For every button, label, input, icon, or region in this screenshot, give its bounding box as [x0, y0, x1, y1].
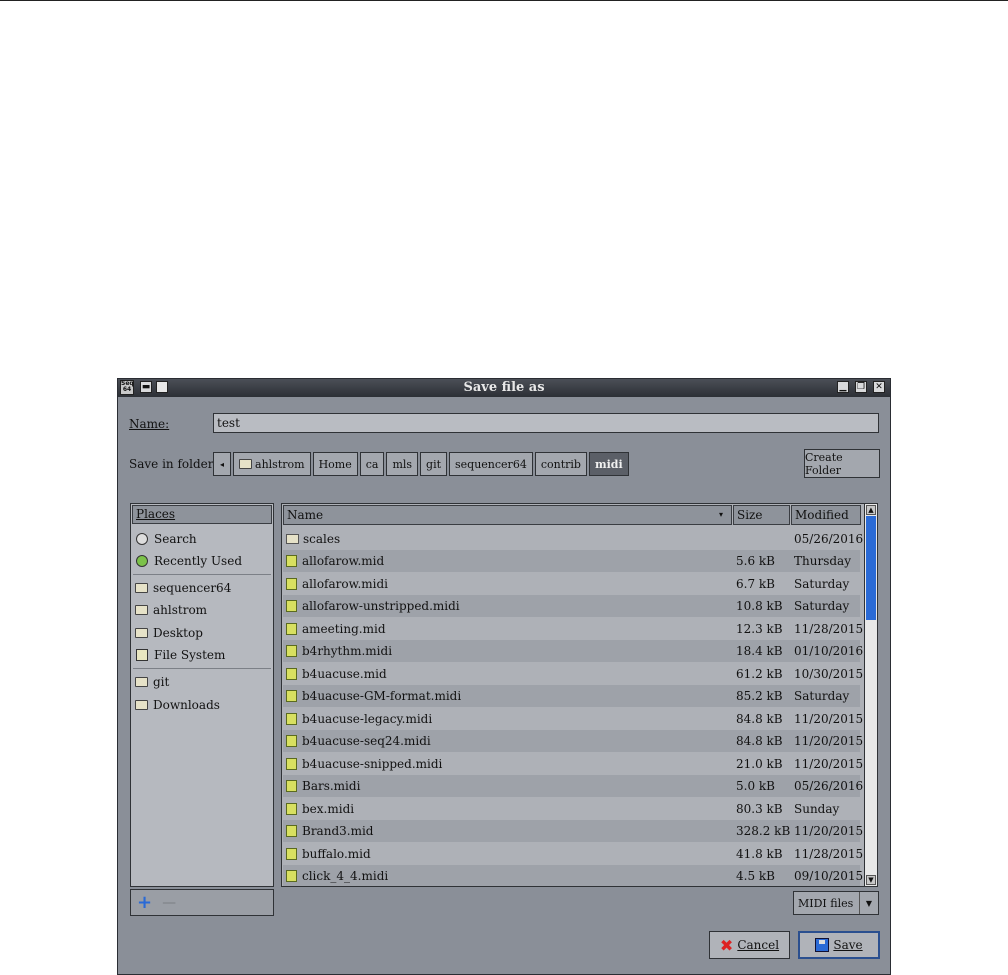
crumb-ca[interactable]: ca: [359, 452, 385, 476]
column-header-size[interactable]: Size: [733, 505, 790, 525]
midi-file-icon: [286, 600, 297, 612]
place-git[interactable]: git: [133, 672, 271, 692]
scroll-down-icon[interactable]: ▼: [866, 875, 876, 885]
minimize-icon[interactable]: ▁: [837, 381, 849, 393]
place-sequencer64[interactable]: sequencer64: [133, 578, 271, 598]
place-file-system[interactable]: File System: [133, 645, 271, 665]
save-file-dialog: Seq 64 ▬ Save file as ▁ ❐ ✕ Name: Save i…: [117, 378, 891, 975]
scroll-thumb[interactable]: [866, 516, 876, 620]
top-border-line: [0, 0, 1008, 1]
midi-file-icon: [286, 623, 297, 635]
title-bar[interactable]: Seq 64 ▬ Save file as ▁ ❐ ✕: [118, 379, 890, 397]
drive-icon: [136, 649, 148, 661]
path-back-arrow[interactable]: ◂: [213, 452, 232, 476]
file-list: Name ▾ Size Modified scales 05/26/2016 a…: [281, 503, 878, 887]
places-separator: [133, 574, 271, 575]
crumb-ahlstrom[interactable]: ahlstrom: [233, 452, 311, 476]
file-list-scrollbar[interactable]: ▲ ▼: [864, 503, 878, 887]
place-ahlstrom[interactable]: ahlstrom: [133, 600, 271, 620]
places-header[interactable]: Places: [132, 505, 272, 524]
scroll-up-icon[interactable]: ▲: [866, 505, 876, 515]
midi-file-icon: [286, 645, 297, 657]
crumb-contrib[interactable]: contrib: [534, 452, 587, 476]
maximize-icon[interactable]: ❐: [855, 381, 867, 393]
save-button[interactable]: Save: [798, 931, 880, 959]
cancel-button[interactable]: ✖ Cancel: [709, 931, 790, 959]
clock-icon: [136, 555, 148, 567]
midi-file-icon: [286, 668, 297, 680]
midi-file-icon: [286, 848, 297, 860]
create-folder-button[interactable]: Create Folder: [804, 449, 880, 478]
places-buttons: + —: [130, 889, 274, 916]
folder-icon: [135, 677, 148, 687]
name-label: Name:: [129, 417, 170, 431]
midi-file-icon: [286, 735, 297, 747]
place-recently-used[interactable]: Recently Used: [133, 551, 271, 571]
place-desktop[interactable]: Desktop: [133, 623, 271, 643]
remove-bookmark-icon[interactable]: —: [162, 895, 176, 911]
folder-icon: [135, 583, 148, 593]
crumb-mls[interactable]: mls: [386, 452, 419, 476]
midi-file-icon: [286, 780, 297, 792]
table-row[interactable]: b4uacuse-seq24.midi 84.8 kB 11/20/2015: [283, 730, 863, 752]
table-row[interactable]: b4uacuse-snipped.midi 21.0 kB 11/20/2015: [283, 753, 863, 775]
close-icon[interactable]: ✕: [873, 381, 885, 393]
table-row[interactable]: scales 05/26/2016: [283, 528, 863, 550]
file-type-filter[interactable]: MIDI files ▼: [793, 891, 879, 915]
table-row[interactable]: allofarow-unstripped.midi 10.8 kB Saturd…: [283, 595, 860, 617]
folder-icon: [135, 628, 148, 638]
path-bar: ◂ ahlstrom Home ca mls git sequencer64 c…: [213, 452, 629, 476]
midi-file-icon: [286, 713, 297, 725]
sort-down-icon: ▾: [718, 510, 723, 519]
folder-icon: [286, 534, 299, 544]
folder-icon: [135, 605, 148, 615]
places-panel: Places Search Recently Used sequencer64 …: [130, 503, 274, 887]
search-icon: [136, 533, 148, 545]
midi-file-icon: [286, 690, 297, 702]
midi-file-icon: [286, 803, 297, 815]
table-row[interactable]: b4uacuse-legacy.midi 84.8 kB 11/20/2015: [283, 708, 863, 730]
save-in-folder-label: Save in folder:: [129, 457, 218, 471]
cancel-x-icon: ✖: [719, 935, 734, 955]
crumb-sequencer64[interactable]: sequencer64: [449, 452, 533, 476]
crumb-git[interactable]: git: [420, 452, 448, 476]
table-row[interactable]: click_4_4.midi 4.5 kB 09/10/2015: [283, 865, 863, 886]
midi-file-icon: [286, 555, 297, 567]
place-search[interactable]: Search: [133, 529, 271, 549]
table-row[interactable]: allofarow.midi 6.7 kB Saturday: [283, 573, 860, 595]
table-row[interactable]: bex.midi 80.3 kB Sunday: [283, 798, 860, 820]
table-row[interactable]: Bars.midi 5.0 kB 05/26/2016: [283, 775, 863, 797]
column-header-name[interactable]: Name ▾: [283, 505, 732, 525]
table-row[interactable]: b4uacuse.mid 61.2 kB 10/30/2015: [283, 663, 863, 685]
table-row[interactable]: allofarow.mid 5.6 kB Thursday: [283, 550, 860, 572]
midi-file-icon: [286, 870, 297, 882]
places-separator: [133, 668, 271, 669]
folder-icon: [239, 459, 253, 469]
table-row[interactable]: buffalo.mid 41.8 kB 11/28/2015: [283, 843, 863, 865]
crumb-home[interactable]: Home: [312, 452, 358, 476]
name-input[interactable]: [213, 413, 879, 433]
midi-file-icon: [286, 758, 297, 770]
crumb-midi[interactable]: midi: [588, 452, 629, 476]
midi-file-icon: [286, 578, 297, 590]
floppy-disk-icon: [815, 938, 830, 952]
table-row[interactable]: b4rhythm.midi 18.4 kB 01/10/2016: [283, 640, 863, 662]
folder-icon: [135, 700, 148, 710]
chevron-down-icon: ▼: [859, 892, 878, 914]
add-bookmark-icon[interactable]: +: [137, 893, 152, 911]
window-title: Save file as: [463, 380, 545, 395]
table-row[interactable]: b4uacuse-GM-format.midi 85.2 kB Saturday: [283, 685, 860, 707]
table-row[interactable]: Brand3.mid 328.2 kB 11/20/2015: [283, 820, 863, 842]
table-row[interactable]: ameeting.mid 12.3 kB 11/28/2015: [283, 618, 863, 640]
column-header-modified[interactable]: Modified: [791, 505, 861, 525]
place-downloads[interactable]: Downloads: [133, 695, 271, 715]
midi-file-icon: [286, 825, 297, 837]
